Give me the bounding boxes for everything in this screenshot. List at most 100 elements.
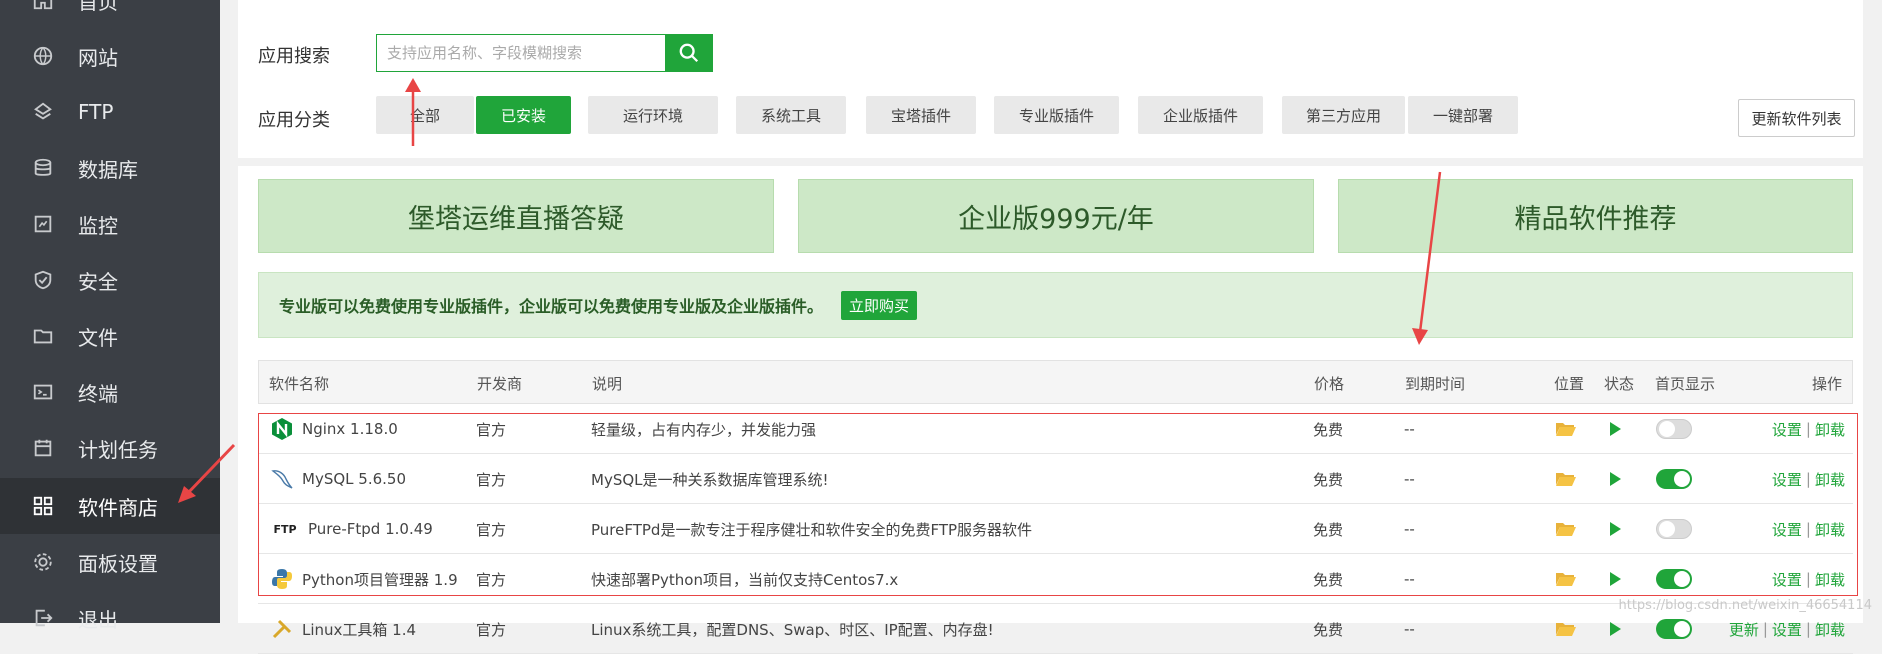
software-name-cell: FTP Pure-Ftpd 1.0.49 — [270, 504, 433, 554]
developer: 官方 — [476, 620, 507, 639]
main-content: 应用搜索 应用分类 全部 已安装 运行环境 系统工具 宝塔插件 专业版插件 企业… — [220, 0, 1882, 654]
software-name[interactable]: MySQL 5.6.50 — [302, 470, 406, 488]
folder-open-icon — [1556, 523, 1576, 536]
software-name[interactable]: Python项目管理器 1.9 — [302, 569, 458, 590]
gear-icon — [30, 549, 56, 575]
ftp-logo-icon: FTP — [273, 522, 297, 536]
uninstall-link[interactable]: 卸载 — [1815, 569, 1845, 590]
uninstall-link[interactable]: 卸载 — [1815, 419, 1845, 440]
header-operations: 操作 — [1812, 374, 1843, 393]
expire-time: -- — [1404, 620, 1415, 638]
sidebar-item-website[interactable]: 网站 — [0, 28, 220, 84]
ftp-icon — [30, 99, 56, 125]
homepage-toggle[interactable] — [1656, 404, 1692, 454]
table-header: 软件名称 开发商 说明 价格 到期时间 位置 状态 首页显示 操作 — [258, 360, 1853, 404]
software-name-cell: Linux工具箱 1.4 — [270, 604, 416, 654]
homepage-toggle[interactable] — [1656, 554, 1692, 604]
start-button[interactable] — [1610, 454, 1621, 504]
open-folder-button[interactable] — [1556, 504, 1576, 554]
globe-icon — [30, 43, 56, 69]
start-button[interactable] — [1610, 404, 1621, 454]
logout-icon — [30, 605, 56, 631]
table-row: FTP Pure-Ftpd 1.0.49 官方 PureFTPd是一款专注于程序… — [258, 504, 1853, 554]
settings-link[interactable]: 设置 — [1772, 569, 1802, 590]
software-name[interactable]: Pure-Ftpd 1.0.49 — [308, 520, 433, 538]
open-folder-button[interactable] — [1556, 454, 1576, 504]
header-developer: 开发商 — [477, 374, 523, 393]
open-folder-button[interactable] — [1556, 554, 1576, 604]
sidebar-item-label: 文件 — [78, 325, 118, 350]
monitor-icon — [30, 211, 56, 237]
header-description: 说明 — [592, 374, 623, 393]
uninstall-link[interactable]: 卸载 — [1815, 519, 1845, 540]
category-bt-plugins[interactable]: 宝塔插件 — [866, 96, 976, 134]
settings-link[interactable]: 设置 — [1772, 469, 1802, 490]
table-row: MySQL 5.6.50 官方 MySQL是一种关系数据库管理系统! 免费 --… — [258, 454, 1853, 504]
software-name[interactable]: Linux工具箱 1.4 — [302, 619, 416, 640]
software-name-cell: Nginx 1.18.0 — [270, 404, 398, 454]
search-button[interactable] — [665, 34, 713, 72]
header-homepage: 首页显示 — [1655, 374, 1716, 393]
category-all[interactable]: 全部 — [376, 96, 474, 134]
sidebar-item-store[interactable]: 软件商店 — [0, 478, 220, 534]
sidebar-item-terminal[interactable]: 终端 — [0, 364, 220, 420]
homepage-toggle[interactable] — [1656, 454, 1692, 504]
sidebar-item-label: 首页 — [78, 0, 118, 14]
sidebar-item-label: 网站 — [78, 45, 118, 70]
category-pro-plugins[interactable]: 专业版插件 — [994, 96, 1119, 134]
description: 快速部署Python项目，当前仅支持Centos7.x — [591, 570, 899, 589]
sidebar-item-logout[interactable]: 退出 — [0, 590, 220, 646]
settings-link[interactable]: 设置 — [1772, 619, 1802, 640]
sidebar-item-label: 计划任务 — [78, 437, 158, 462]
description: Linux系统工具，配置DNS、Swap、时区、IP配置、内存盘! — [591, 620, 994, 639]
sidebar-item-label: 退出 — [78, 607, 118, 632]
sidebar-item-database[interactable]: 数据库 — [0, 140, 220, 196]
sidebar-item-label: 监控 — [78, 213, 118, 238]
sidebar-item-ftp[interactable]: FTP — [0, 84, 220, 140]
category-system-tools[interactable]: 系统工具 — [736, 96, 846, 134]
sidebar-item-files[interactable]: 文件 — [0, 308, 220, 364]
operations: 设置 | 卸载 — [1771, 419, 1845, 440]
table-row: Linux工具箱 1.4 官方 Linux系统工具，配置DNS、Swap、时区、… — [258, 604, 1853, 654]
sidebar: 首页 网站 FTP 数据库 监控 安全 文件 终端 计划任务 软件商店 面板设置 — [0, 0, 220, 632]
settings-link[interactable]: 设置 — [1772, 419, 1802, 440]
expire-time: -- — [1404, 520, 1415, 538]
category-installed[interactable]: 已安装 — [476, 96, 571, 134]
settings-link[interactable]: 设置 — [1772, 519, 1802, 540]
category-enterprise-plugins[interactable]: 企业版插件 — [1138, 96, 1263, 134]
sidebar-item-settings[interactable]: 面板设置 — [0, 534, 220, 590]
sidebar-item-label: 安全 — [78, 269, 118, 294]
software-name[interactable]: Nginx 1.18.0 — [302, 420, 398, 438]
category-third-party[interactable]: 第三方应用 — [1282, 96, 1405, 134]
category-one-click-deploy[interactable]: 一键部署 — [1408, 96, 1518, 134]
update-list-button[interactable]: 更新软件列表 — [1738, 99, 1855, 137]
uninstall-link[interactable]: 卸载 — [1815, 619, 1845, 640]
category-runtime[interactable]: 运行环境 — [588, 96, 718, 134]
uninstall-link[interactable]: 卸载 — [1815, 469, 1845, 490]
banner-enterprise[interactable]: 企业版999元/年 — [798, 179, 1314, 253]
description: MySQL是一种关系数据库管理系统! — [591, 470, 829, 489]
update-link[interactable]: 更新 — [1729, 619, 1759, 640]
sidebar-item-security[interactable]: 安全 — [0, 252, 220, 308]
header-status: 状态 — [1604, 374, 1635, 393]
homepage-toggle[interactable] — [1656, 504, 1692, 554]
sidebar-item-home[interactable]: 首页 — [0, 0, 220, 28]
open-folder-button[interactable] — [1556, 604, 1576, 654]
banner-live-qa[interactable]: 堡塔运维直播答疑 — [258, 179, 774, 253]
start-button[interactable] — [1610, 504, 1621, 554]
open-folder-button[interactable] — [1556, 404, 1576, 454]
banner-recommend[interactable]: 精品软件推荐 — [1338, 179, 1853, 253]
sidebar-item-monitor[interactable]: 监控 — [0, 196, 220, 252]
sidebar-item-cron[interactable]: 计划任务 — [0, 420, 220, 476]
table-row: Nginx 1.18.0 官方 轻量级，占有内存少，并发能力强 免费 -- 设置… — [258, 404, 1853, 454]
python-icon — [270, 567, 294, 591]
expire-time: -- — [1404, 570, 1415, 588]
upgrade-notice: 专业版可以免费使用专业版插件，企业版可以免费使用专业版及企业版插件。 立即购买 — [258, 272, 1853, 338]
description: PureFTPd是一款专注于程序健壮和软件安全的免费FTP服务器软件 — [591, 520, 1033, 539]
grid-icon — [30, 493, 56, 519]
category-label: 应用分类 — [258, 110, 330, 131]
buy-now-button[interactable]: 立即购买 — [841, 290, 918, 320]
start-button[interactable] — [1610, 554, 1621, 604]
search-input[interactable] — [377, 35, 667, 71]
terminal-icon — [30, 379, 56, 405]
